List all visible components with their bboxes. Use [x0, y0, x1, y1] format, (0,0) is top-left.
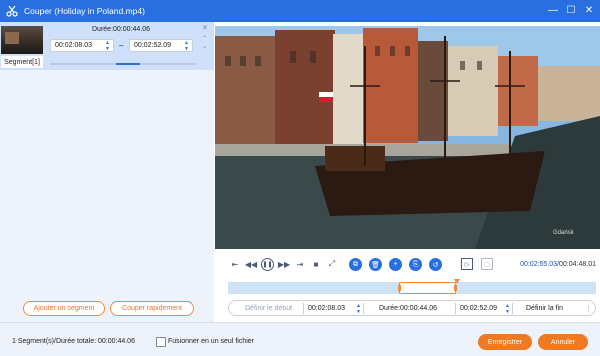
selection-range[interactable] — [398, 282, 457, 294]
segment-thumbnail — [1, 26, 43, 54]
footer: 1 Segment(s)/Durée totale: 00:00:44.06 F… — [0, 322, 600, 356]
more-icon[interactable]: ⋮ — [585, 303, 592, 314]
screenshot-icon[interactable]: ▢ — [481, 258, 493, 270]
video-preview[interactable]: Gdańsk — [215, 26, 600, 249]
segment-progress — [50, 63, 196, 65]
player-controls: ⇤ ◀◀ ❚❚ ▶▶ ⇥ ■ ⤢ ⧉ 🗑 + ⎘ ↺ ▷ ▢ 00:02:55.… — [215, 249, 600, 322]
pause-icon[interactable]: ❚❚ — [261, 258, 274, 271]
trim-duration: Durée:00:00:44.06 — [379, 305, 437, 312]
maximize-icon[interactable]: ☐ — [564, 3, 578, 17]
merge-checkbox[interactable] — [156, 337, 166, 347]
status-text: 1 Segment(s)/Durée totale: 00:00:44.06 — [12, 338, 135, 345]
stepper-icon[interactable]: ▲ ▼ — [105, 40, 110, 52]
split-icon[interactable]: ⧉ — [349, 258, 362, 271]
close-icon[interactable]: ✕ — [582, 3, 596, 17]
fullscreen-icon[interactable]: ⤢ — [326, 258, 338, 270]
copy-icon[interactable]: ⎘ — [409, 258, 422, 271]
merge-label: Fusionner en un seul fichier — [168, 338, 254, 345]
segment-item[interactable]: Segment[1] Durée:00:00:44.06 00:02:08.03… — [0, 22, 214, 70]
range-separator: – — [119, 41, 124, 50]
next-frame-icon[interactable]: ▶▶ — [278, 258, 290, 270]
add-icon[interactable]: + — [389, 258, 402, 271]
set-end-button[interactable]: Définir la fin — [526, 303, 563, 314]
stepper-icon[interactable]: ▲ ▼ — [356, 303, 361, 315]
add-segment-button[interactable]: Ajouter un segment — [23, 301, 105, 316]
set-start-button[interactable]: Définir le début — [245, 303, 292, 314]
close-segment-icon[interactable]: ✕ — [202, 24, 208, 32]
title-bar: Couper (Holiday in Poland.mp4) — ☐ ✕ — [0, 0, 600, 22]
stepper-icon[interactable]: ▲ ▼ — [184, 40, 189, 52]
playhead[interactable] — [454, 279, 460, 284]
minimize-icon[interactable]: — — [546, 3, 560, 17]
cancel-button[interactable]: Annuler — [538, 334, 588, 350]
scissors-icon — [5, 4, 19, 18]
to-start-icon[interactable]: ⇤ — [229, 258, 241, 270]
segment-duration: Durée:00:00:44.06 — [92, 26, 150, 33]
timeline-track[interactable] — [228, 279, 596, 294]
segment-label: Segment[1] — [1, 56, 43, 68]
undo-icon[interactable]: ↺ — [429, 258, 442, 271]
segment-end-field[interactable]: 00:02:52.09 ▲ ▼ — [129, 39, 193, 52]
segment-start-field[interactable]: 00:02:08.03 ▲ ▼ — [50, 39, 114, 52]
total-time: 00:04:48.01 — [559, 261, 596, 268]
quick-cut-button[interactable]: Couper rapidement — [110, 301, 194, 316]
to-end-icon[interactable]: ⇥ — [294, 258, 306, 270]
current-time: 00:02:55.03 — [520, 261, 558, 268]
time-display: 00:02:55.03/00:04:48.01 — [520, 261, 596, 268]
trim-bar: Définir le début 00:02:08.03 ▲ ▼ Durée:00:… — [228, 300, 596, 316]
video-watermark: Gdańsk — [553, 230, 575, 236]
stepper-icon[interactable]: ▲ ▼ — [505, 303, 510, 315]
save-button[interactable]: Enregistrer — [478, 334, 532, 350]
trim-start-field[interactable]: 00:02:08.03 ▲ ▼ — [303, 303, 364, 315]
reorder-icon[interactable]: ⌃ ⌄ — [202, 35, 207, 51]
video-frame: Gdańsk — [215, 26, 600, 249]
delete-icon[interactable]: 🗑 — [369, 258, 382, 271]
prev-frame-icon[interactable]: ◀◀ — [245, 258, 257, 270]
play-segment-icon[interactable]: ▷ — [461, 258, 473, 270]
trim-end-field[interactable]: 00:02:52.09 ▲ ▼ — [455, 303, 513, 315]
stop-icon[interactable]: ■ — [310, 258, 322, 270]
segment-panel: Segment[1] Durée:00:00:44.06 00:02:08.03… — [0, 22, 214, 322]
window-title: Couper (Holiday in Poland.mp4) — [24, 6, 145, 16]
